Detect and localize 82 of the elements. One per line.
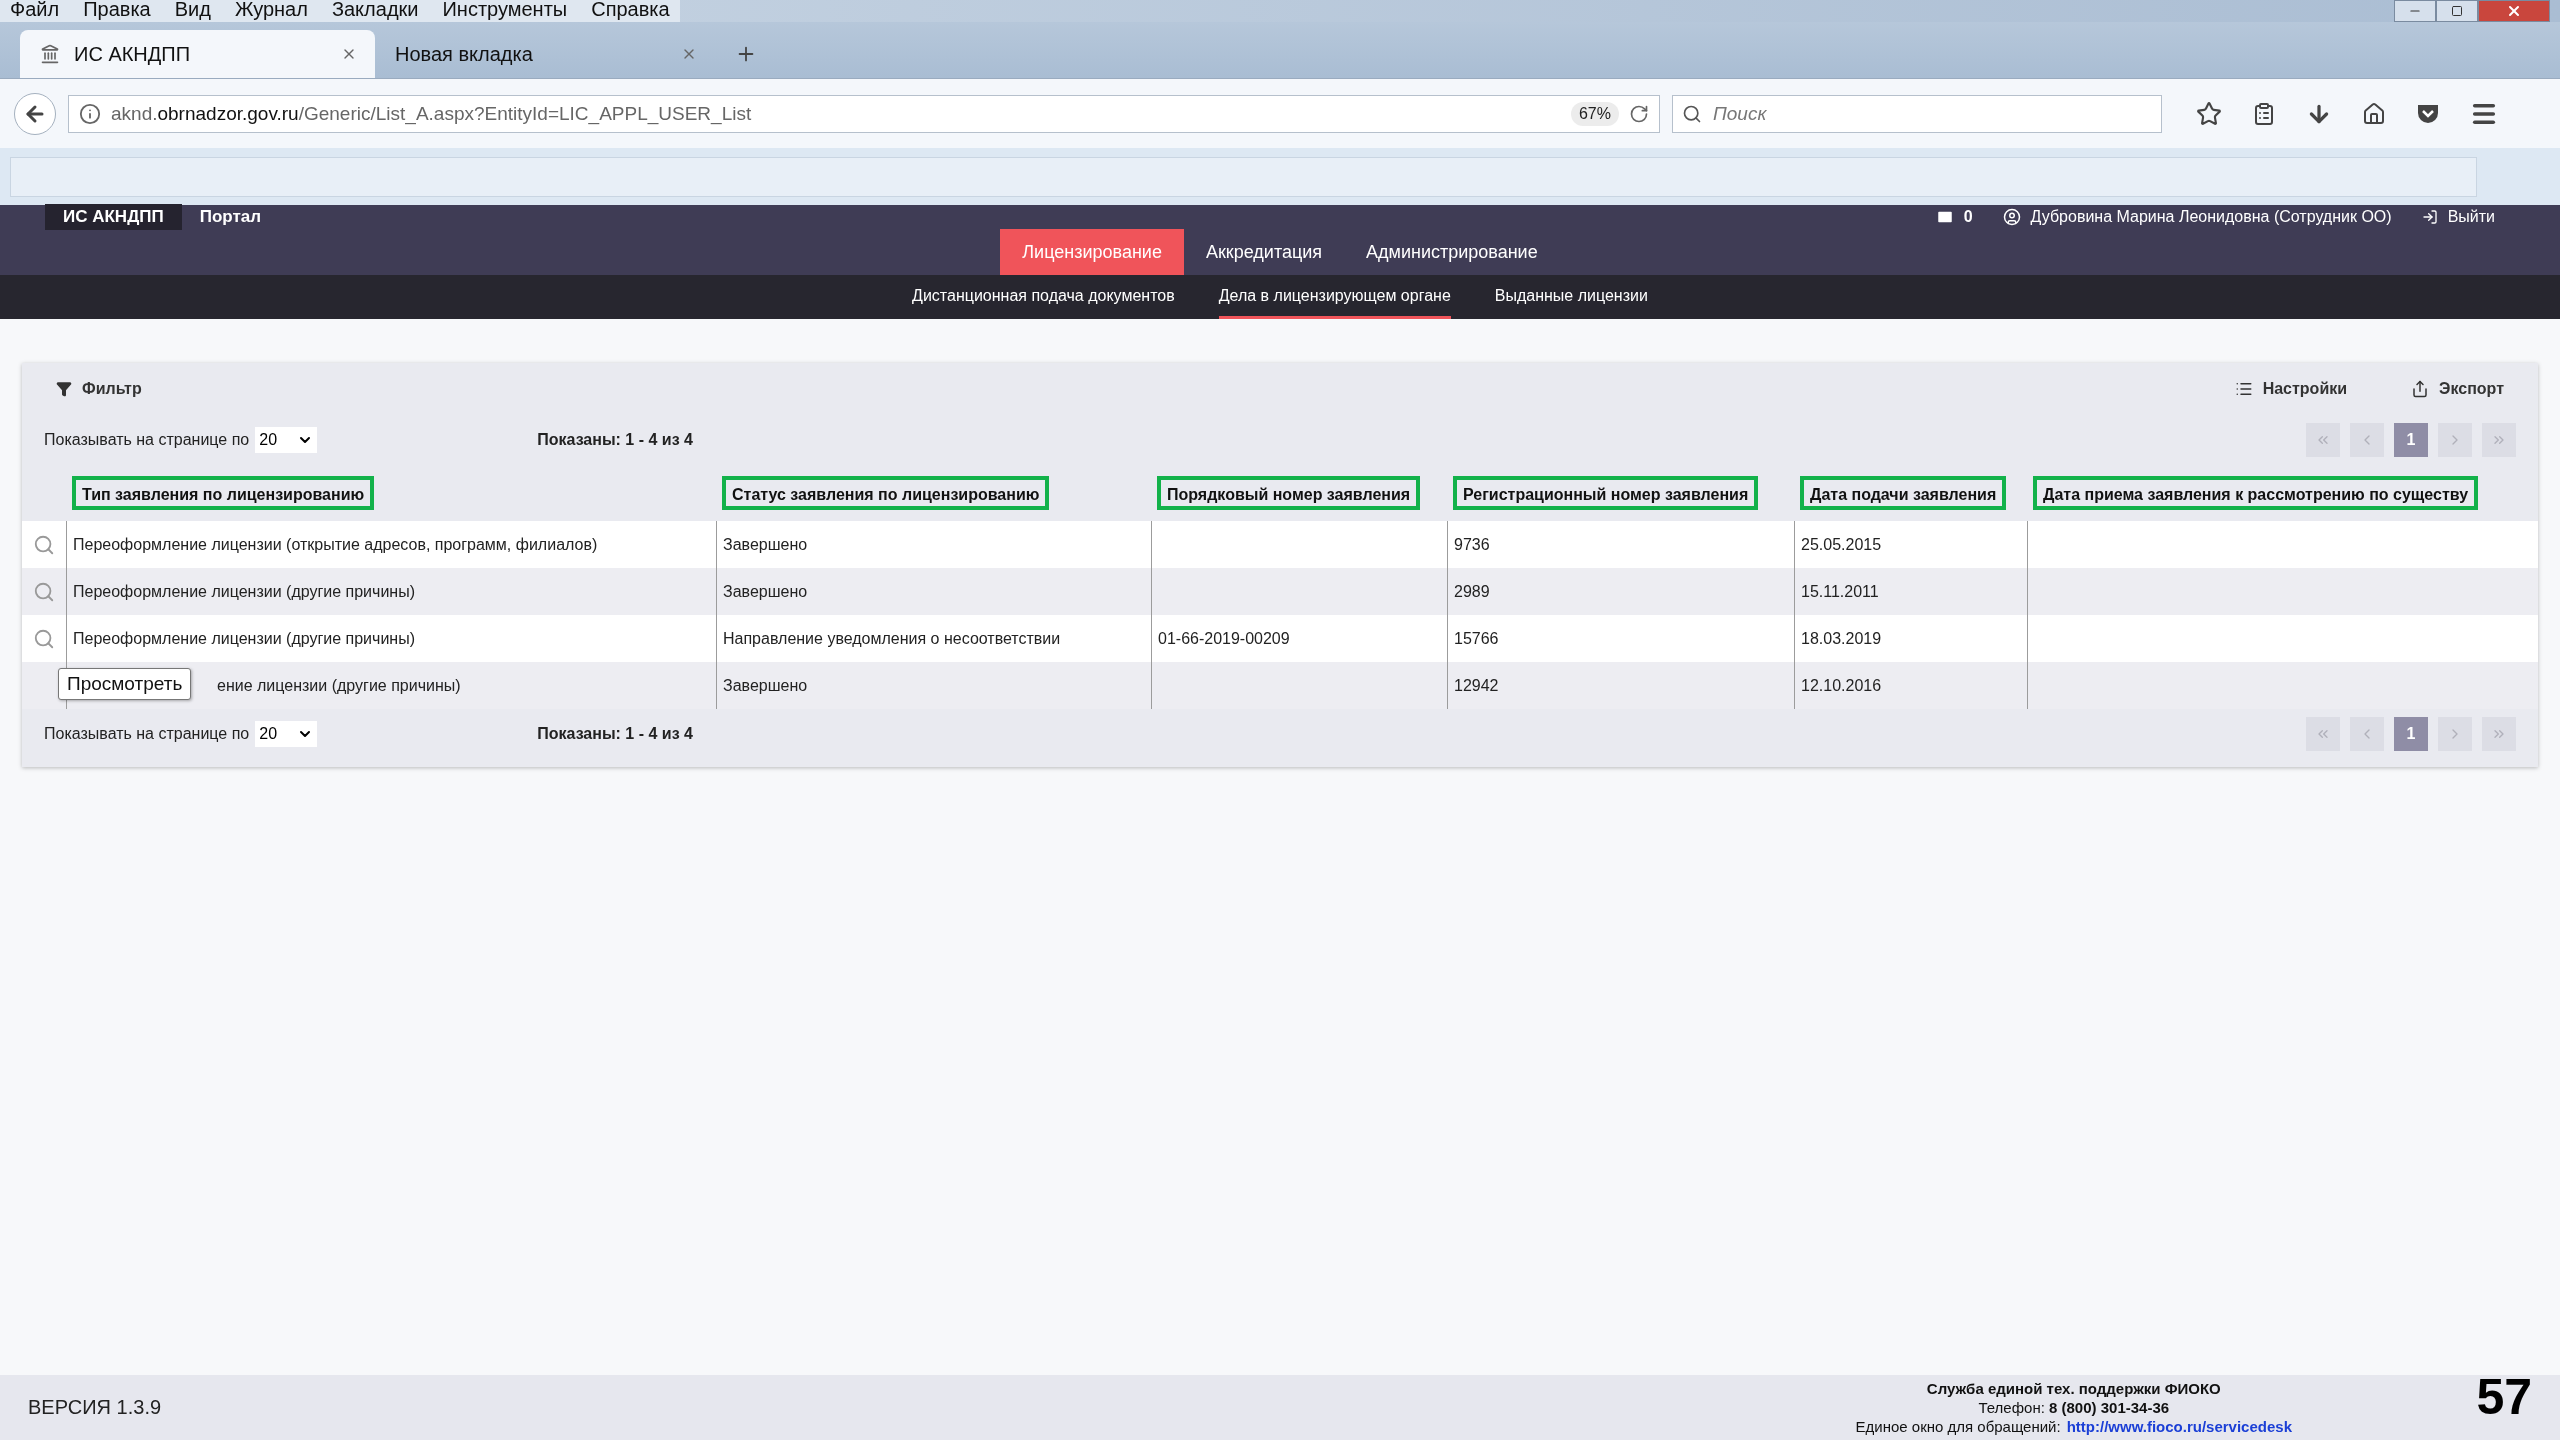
- filter-button[interactable]: Фильтр: [56, 380, 142, 398]
- page-size-select[interactable]: 20: [255, 721, 318, 747]
- close-icon: [2506, 3, 2522, 19]
- column-header[interactable]: Тип заявления по лицензированию: [72, 476, 375, 510]
- search-icon: [1682, 103, 1702, 124]
- info-icon[interactable]: [79, 102, 101, 125]
- menu-item[interactable]: Журнал: [234, 0, 308, 19]
- subsection-tab[interactable]: Выданные лицензии: [1494, 275, 1648, 319]
- address-field[interactable]: aknd.obrnadzor.gov.ru/Generic/List_A.aspx?EntityId=LIC_APPL_USER_List 67%: [68, 94, 1660, 133]
- slide-number: 57: [2476, 1368, 2532, 1426]
- section-tab[interactable]: Администрирование: [1344, 229, 1560, 275]
- table-cell: Переоформление лицензии (открытие адресов, программ, филиалов): [73, 535, 598, 554]
- column-header[interactable]: Регистрационный номер заявления: [1453, 476, 1759, 510]
- menu-item[interactable]: Справка: [591, 0, 670, 19]
- support-link[interactable]: http://www.fioco.ru/servicedesk: [2066, 1417, 2292, 1436]
- menu-item[interactable]: Закладки: [331, 0, 419, 19]
- clipboard-icon[interactable]: [2252, 101, 2276, 126]
- user-name[interactable]: Дубровина Марина Леонидовна (Сотрудник ОО): [2030, 208, 2392, 226]
- table-cell: Переоформление лицензии (другие причины): [73, 629, 415, 648]
- table-cell: 01-66-2019-00209: [1158, 629, 1290, 648]
- page-size-select[interactable]: 20: [255, 427, 318, 453]
- search-field[interactable]: Поиск: [1672, 94, 2162, 133]
- table-cell: Направление уведомления о несоответствии: [723, 629, 1061, 648]
- settings-button[interactable]: Настройки: [2234, 380, 2348, 398]
- logout-icon[interactable]: [2421, 209, 2438, 225]
- table-cell: 18.03.2019: [1801, 629, 1882, 648]
- message-count: 0: [1963, 208, 1973, 226]
- table-cell: 9736: [1454, 535, 1490, 554]
- brand-label[interactable]: ИС АКНДПП: [45, 204, 182, 230]
- table-cell: 25.05.2015: [1801, 535, 1882, 554]
- home-icon[interactable]: [2362, 101, 2386, 126]
- view-icon[interactable]: [33, 533, 55, 556]
- view-icon[interactable]: [33, 627, 55, 650]
- shown-count: Показаны: 1 - 4 из 4: [537, 431, 693, 449]
- table-cell: 2989: [1454, 582, 1490, 601]
- browser-tab[interactable]: ИС АКНДПП: [20, 30, 375, 78]
- shown-count: Показаны: 1 - 4 из 4: [537, 725, 693, 743]
- star-icon[interactable]: [2196, 100, 2222, 127]
- menu-item[interactable]: Вид: [174, 0, 211, 19]
- zoom-badge[interactable]: 67%: [1570, 101, 1619, 126]
- table-cell: 12942: [1454, 676, 1499, 695]
- reload-icon[interactable]: [1629, 103, 1649, 124]
- maximize-icon: [2451, 5, 2463, 17]
- export-button[interactable]: Экспорт: [2411, 380, 2504, 398]
- column-header[interactable]: Статус заявления по лицензированию: [722, 476, 1050, 510]
- table-cell: Завершено: [723, 582, 808, 601]
- back-button[interactable]: [14, 92, 56, 135]
- table-cell: ение лицензии (другие причины): [217, 676, 461, 695]
- support-window-label: Единое окно для обращений:: [1855, 1417, 2061, 1436]
- maximize-button[interactable]: [2436, 0, 2478, 22]
- close-window-button[interactable]: [2478, 0, 2550, 22]
- column-header[interactable]: Порядковый номер заявления: [1157, 476, 1421, 510]
- filter-icon: [56, 381, 72, 397]
- table-cell: Завершено: [723, 676, 808, 695]
- support-phone: Телефон: 8 (800) 301-34-36: [1978, 1398, 2170, 1417]
- table-cell: 12.10.2016: [1801, 676, 1882, 695]
- support-title: Служба единой тех. поддержки ФИОКО: [1926, 1379, 2221, 1398]
- menu-item[interactable]: Правка: [83, 0, 151, 19]
- menu-item[interactable]: Инструменты: [442, 0, 568, 19]
- page-size-label: Показывать на странице по: [44, 725, 250, 743]
- browser-tab[interactable]: Новая вкладка: [375, 30, 715, 78]
- page-size-label: Показывать на странице по: [44, 431, 250, 449]
- tooltip: Просмотреть: [58, 668, 192, 700]
- column-header[interactable]: Дата подачи заявления: [1800, 476, 2007, 510]
- subsection-tab[interactable]: Дела в лицензирующем органе: [1218, 275, 1451, 319]
- table-cell: Переоформление лицензии (другие причины): [73, 582, 415, 601]
- subsection-tab[interactable]: Дистанционная подача документов: [912, 275, 1175, 319]
- user-icon: [2002, 208, 2021, 226]
- table-cell: Завершено: [723, 535, 808, 554]
- export-icon: [2411, 380, 2430, 398]
- portal-link[interactable]: Портал: [199, 207, 262, 227]
- mail-icon[interactable]: [1935, 208, 1954, 226]
- column-header[interactable]: Дата приема заявления к рассмотрению по существу: [2033, 476, 2479, 510]
- menu-item[interactable]: Файл: [10, 0, 60, 19]
- table-cell: 15.11.2011: [1801, 582, 1879, 601]
- table-cell: 15766: [1454, 629, 1499, 648]
- list-icon: [2234, 380, 2253, 398]
- pocket-icon[interactable]: [2416, 102, 2440, 125]
- version-label: ВЕРСИЯ 1.3.9: [28, 1396, 162, 1419]
- bank-icon: [40, 44, 60, 64]
- logout-link[interactable]: Выйти: [2447, 208, 2495, 226]
- section-tab[interactable]: Аккредитация: [1183, 229, 1345, 275]
